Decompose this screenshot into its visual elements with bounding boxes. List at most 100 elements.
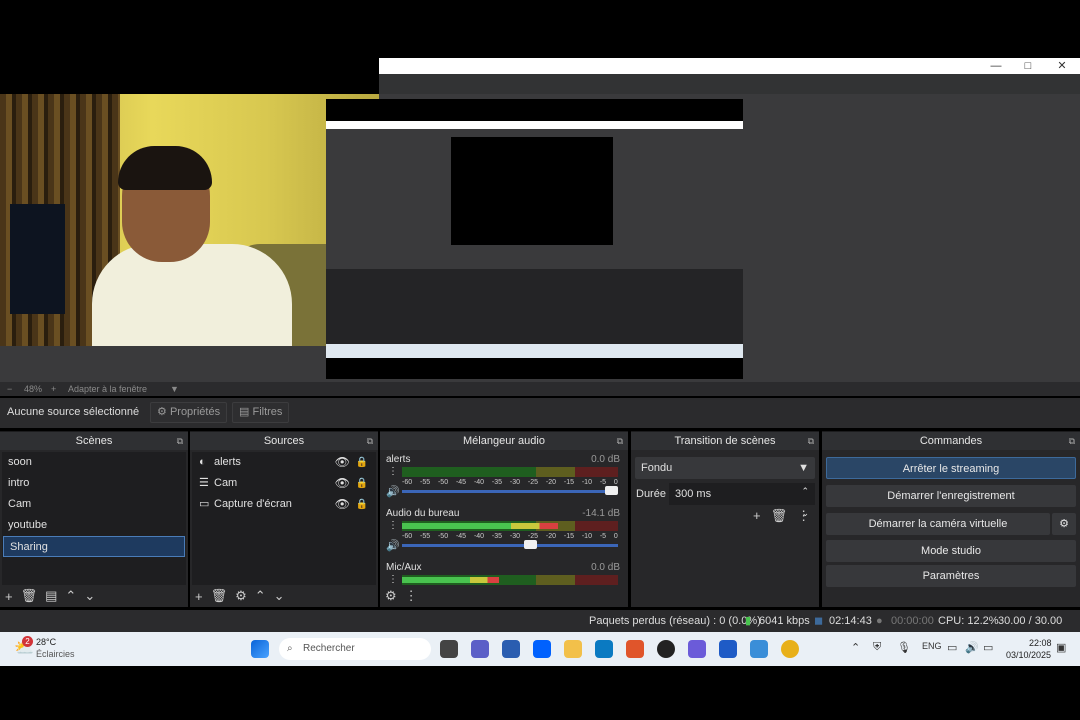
trash-icon[interactable]: 🗑 — [21, 588, 38, 604]
eye-icon[interactable]: 👁 — [335, 494, 350, 515]
volume-fader[interactable] — [402, 544, 618, 547]
scene-item[interactable]: soon — [2, 452, 186, 473]
source-item[interactable]: ☰ Cam 👁 🔒 — [192, 473, 376, 494]
scene-item[interactable]: intro — [2, 473, 186, 494]
more-icon[interactable]: ⋮ — [388, 574, 398, 585]
task-view-icon[interactable] — [440, 640, 458, 658]
no-source-label: Aucune source sélectionné — [7, 406, 140, 418]
transition-select[interactable]: Fondu ▼ — [635, 457, 815, 479]
scene-item-selected[interactable]: Sharing — [3, 536, 185, 557]
zoom-out-button[interactable]: − — [7, 382, 12, 396]
chevron-down-icon[interactable]: ▼ — [170, 382, 179, 396]
filters-button[interactable]: ▤ Filtres — [232, 402, 290, 423]
teams-icon[interactable] — [471, 640, 489, 658]
taskbar-search[interactable]: ⌕ Rechercher — [279, 638, 431, 660]
chevron-up-icon[interactable]: ⌃ — [255, 588, 266, 604]
chevron-up-icon[interactable]: ⌃ — [65, 588, 76, 604]
tick-label: -20 — [545, 533, 556, 540]
discord-icon[interactable] — [688, 640, 706, 658]
lock-icon[interactable]: 🔒 — [356, 473, 368, 494]
obs-icon[interactable] — [657, 640, 675, 658]
channel-db: -14.1 dB — [582, 508, 620, 519]
clock-date[interactable]: 03/10/2025 — [1006, 650, 1051, 660]
word-icon[interactable] — [719, 640, 737, 658]
eye-icon[interactable]: 👁 — [335, 473, 350, 494]
defender-icon[interactable]: ⛨ — [873, 641, 881, 654]
properties-button[interactable]: ⚙ Propriétés — [150, 402, 228, 423]
volume-fader[interactable] — [402, 490, 618, 493]
trash-icon[interactable]: 🗑 — [771, 508, 788, 524]
more-icon[interactable]: ⋮ — [388, 520, 398, 531]
chevron-up-icon[interactable]: ⌃ — [851, 641, 860, 654]
scene-item[interactable]: Cam — [2, 494, 186, 515]
status-bar: Paquets perdus (réseau) : 0 (0.0%) ▮ 604… — [0, 610, 1080, 649]
add-icon[interactable]: + — [195, 589, 203, 604]
battery-icon[interactable]: ▭ — [983, 641, 993, 654]
lock-icon[interactable]: 🔒 — [356, 494, 368, 515]
fit-window-label[interactable]: Adapter à la fenêtre — [68, 382, 147, 396]
duration-value: 300 ms — [675, 488, 712, 500]
virtual-camera-settings-button[interactable]: ⚙ — [1052, 513, 1076, 535]
scene-item[interactable]: youtube — [2, 515, 186, 536]
channel-name: Mic/Aux — [386, 562, 422, 573]
add-icon[interactable]: + — [5, 589, 13, 604]
eye-icon[interactable]: 👁 — [335, 452, 350, 473]
monitor-icon: ▭ — [199, 498, 210, 510]
tick-label: -55 — [419, 533, 431, 540]
popout-icon[interactable]: ⧉ — [617, 432, 623, 450]
clock-time[interactable]: 22:08 — [1029, 638, 1052, 648]
speaker-icon[interactable]: 🔊 — [386, 539, 400, 552]
more-icon[interactable]: ⋮ — [797, 508, 810, 524]
close-button[interactable]: ✕ — [1047, 58, 1077, 74]
gear-icon[interactable]: ⚙ — [385, 588, 397, 604]
gear-icon[interactable]: ⚙ — [235, 588, 247, 604]
maximize-button[interactable]: □ — [1013, 58, 1043, 74]
add-icon[interactable]: + — [753, 508, 761, 524]
display-icon[interactable]: ▭ — [947, 641, 957, 654]
fader-handle[interactable] — [605, 486, 618, 495]
chrome-icon[interactable] — [781, 640, 799, 658]
cpu-usage: CPU: 12.2% — [938, 615, 999, 627]
channel-name: Audio du bureau — [386, 508, 460, 519]
fader-handle[interactable] — [523, 540, 537, 549]
minimize-button[interactable]: — — [981, 58, 1011, 74]
remote-desktop-icon[interactable] — [595, 640, 613, 658]
photos-icon[interactable] — [750, 640, 768, 658]
dropbox-icon[interactable] — [533, 640, 551, 658]
studio-mode-button[interactable]: Mode studio — [826, 540, 1076, 562]
stop-streaming-button[interactable]: Arrêter le streaming — [826, 457, 1076, 479]
tick-label: -45 — [455, 533, 467, 540]
filter-icon[interactable]: ▤ — [45, 588, 57, 604]
weather-desc: Éclaircies — [36, 649, 75, 659]
popout-icon[interactable]: ⧉ — [1069, 432, 1075, 450]
windows-start-icon[interactable] — [251, 640, 269, 658]
start-virtual-camera-button[interactable]: Démarrer la caméra virtuelle — [826, 513, 1050, 535]
volume-icon[interactable]: 🔊 — [965, 641, 979, 654]
more-icon[interactable]: ⋮ — [388, 466, 398, 477]
source-item[interactable]: ◐ alerts 👁 🔒 — [192, 452, 376, 473]
title-bar: — □ ✕ — [379, 58, 1080, 74]
file-explorer-icon[interactable] — [564, 640, 582, 658]
more-icon[interactable]: ⋮ — [405, 588, 418, 604]
duration-input[interactable]: 300 ms ⌃ ⌄ — [669, 483, 815, 518]
popout-icon[interactable]: ⧉ — [177, 432, 183, 450]
popout-icon[interactable]: ⧉ — [367, 432, 373, 450]
source-item[interactable]: ▭ Capture d'écran 👁 🔒 — [192, 494, 376, 515]
store-icon[interactable] — [502, 640, 520, 658]
speaker-icon[interactable]: 🔊 — [386, 485, 400, 498]
brave-icon[interactable] — [626, 640, 644, 658]
chevron-down-icon[interactable]: ⌄ — [274, 588, 285, 604]
volume-meter — [402, 467, 618, 477]
chevron-down-icon[interactable]: ⌄ — [84, 588, 95, 604]
zoom-in-button[interactable]: + — [51, 382, 56, 396]
notification-icon[interactable]: ▣ — [1056, 641, 1066, 654]
trash-icon[interactable]: 🗑 — [211, 588, 228, 604]
microphone-icon[interactable]: 🎙 — [897, 641, 911, 654]
channel-db: 0.0 dB — [591, 454, 620, 465]
start-recording-button[interactable]: Démarrer l'enregistrement — [826, 485, 1076, 507]
lock-icon[interactable]: 🔒 — [356, 452, 368, 473]
popout-icon[interactable]: ⧉ — [808, 432, 814, 450]
language-indicator[interactable]: ENG — [922, 641, 942, 651]
settings-button[interactable]: Paramètres — [826, 565, 1076, 587]
sources-header: Sources ⧉ — [190, 432, 378, 450]
